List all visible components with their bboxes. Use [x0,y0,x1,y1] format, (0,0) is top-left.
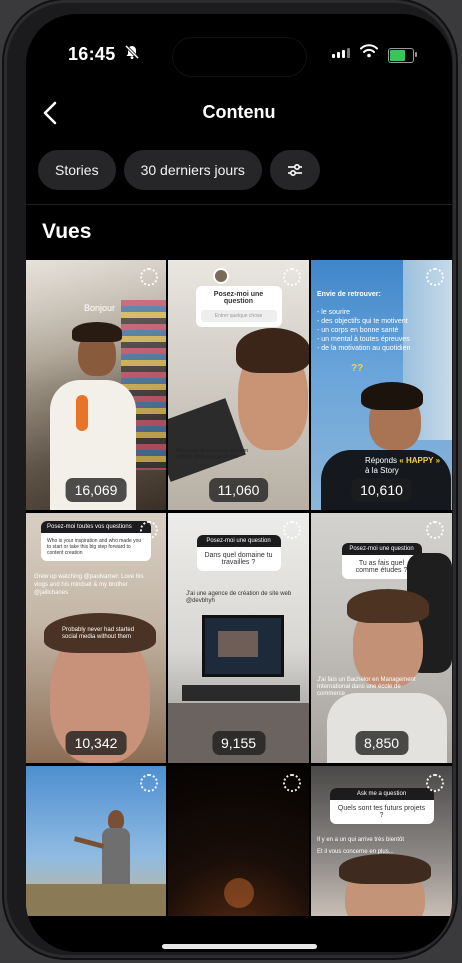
battery-charging-icon [388,48,417,63]
status-bar: 16:45 [26,14,452,84]
story-thumbnail[interactable]: Posez-moi une question Tu as fais quel c… [311,513,452,763]
person-head [108,810,124,830]
question-title: Posez-moi une question [341,543,422,555]
bullet-item: - un mental à toutes épreuves [317,336,410,343]
story-caption: Beaucoup de nouveaux sur mon compte alor… [176,448,248,460]
page-header: Contenu [26,94,452,134]
loading-icon [426,521,444,539]
person-shirt [102,828,130,884]
view-count: 11,060 [208,478,269,502]
screen: 16:45 Contenu Stories 30 derniers jours … [26,14,452,952]
dynamic-island [173,38,306,76]
bullet-item: - de la motivation au quotidien [317,345,411,352]
question-title: Posez-moi une question [196,535,281,547]
person-hair [72,322,122,342]
laptop [168,398,246,482]
story-thumbnail[interactable] [26,766,166,916]
battery-tip [415,52,417,57]
filter-settings-button[interactable] [269,150,320,190]
story-caption: Il y en a un qui arrive très bientôt [317,837,405,843]
story-thumbnail[interactable]: Ask me a question Quels sont tes futurs … [311,766,452,916]
story-thumbnail[interactable]: Posez-moi une question Entrer quelque ch… [168,260,309,510]
story-thumbnail[interactable]: Envie de retrouver: - le sourire - des o… [311,260,452,510]
avatar [213,268,229,284]
view-count: 10,342 [65,731,127,755]
question-body: Dans quel domaine tu travailles ? [204,552,273,566]
question-body: Who is your inspiration and who made you… [47,538,142,556]
story-caption-secondary: Probably never had started social media … [62,627,135,640]
view-count: 16,069 [65,478,127,502]
reply-suffix: à la Story [365,466,399,475]
story-caption: Grew up watching @paulvarner. Love his v… [34,574,144,596]
filter-date-range-button[interactable]: 30 derniers jours [123,150,262,190]
loading-icon [426,774,444,792]
bullet-item: - des objectifs qui te motivent [317,318,408,325]
story-caption: Bonjour [84,303,116,313]
question-title: Posez-moi toutes vos questions [41,521,151,533]
ground [26,884,166,916]
reply-prefix: Réponds [365,456,398,465]
battery-level [390,50,406,61]
status-time: 16:45 [68,44,116,64]
held-item [76,395,88,431]
story-caption: Envie de retrouver: [317,291,381,298]
question-sticker: Ask me a question Quels sont tes futurs … [329,788,434,824]
sliders-icon [287,164,302,177]
filter-stories-button[interactable]: Stories [38,150,116,190]
bullet-item: - un corps en bonne santé [317,327,399,334]
question-placeholder: Entrer quelque chose [200,310,277,322]
loading-icon [140,521,158,539]
home-indicator[interactable] [162,944,317,949]
story-thumbnail[interactable]: Bonjour 16,069 [26,260,166,510]
story-bullets: - le sourire - des objectifs qui te moti… [317,308,427,353]
loading-icon [283,521,301,539]
person-hair [361,382,423,410]
fire-glow [224,878,254,908]
story-thumbnail[interactable]: Posez-moi toutes vos questions Who is yo… [26,513,166,763]
loading-icon [283,774,301,792]
view-count: 10,610 [351,478,412,502]
loading-icon [140,774,158,792]
wifi-icon [360,44,378,63]
question-title: Ask me a question [329,788,434,800]
person-hair [347,589,429,623]
bell-muted-icon [124,44,140,64]
question-title: Posez-moi une question [213,291,264,305]
stories-grid: Bonjour 16,069 Posez-moi une question En… [26,260,452,916]
story-thumbnail[interactable] [168,766,309,916]
view-count: 8,850 [354,731,409,755]
reply-prompt: Réponds « HAPPY » à la Story [365,456,440,476]
person-arm [73,836,105,849]
reply-highlight: « HAPPY » [399,456,441,465]
loading-icon [140,268,158,286]
bullet-item: - le sourire [317,309,351,316]
page-title: Contenu [202,102,276,122]
cellular-signal-icon [332,48,350,58]
story-caption: J'ai une agence de création de site web … [186,591,292,604]
divider [26,204,452,205]
question-sticker: Posez-moi une question Entrer quelque ch… [195,286,282,327]
person-hair [236,328,309,373]
loading-icon [426,268,444,286]
story-thumbnail[interactable]: Posez-moi une question Dans quel domaine… [168,513,309,763]
filter-bar: Stories 30 derniers jours [38,150,320,190]
question-sticker: Posez-moi une question Dans quel domaine… [196,535,281,571]
monitor-content [218,631,258,657]
section-title: Vues [42,220,92,243]
question-sticker: Posez-moi toutes vos questions Who is yo… [41,521,151,561]
view-count: 9,155 [211,731,266,755]
person-hair [339,854,431,884]
loading-icon [283,268,301,286]
question-body: Quels sont tes futurs projets ? [337,805,426,819]
question-marks: ?? [351,363,364,374]
story-caption: J'ai fais un Bachelor en Management Inte… [317,677,416,697]
keyboard [182,685,300,701]
phone-frame: 16:45 Contenu Stories 30 derniers jours … [4,0,456,958]
